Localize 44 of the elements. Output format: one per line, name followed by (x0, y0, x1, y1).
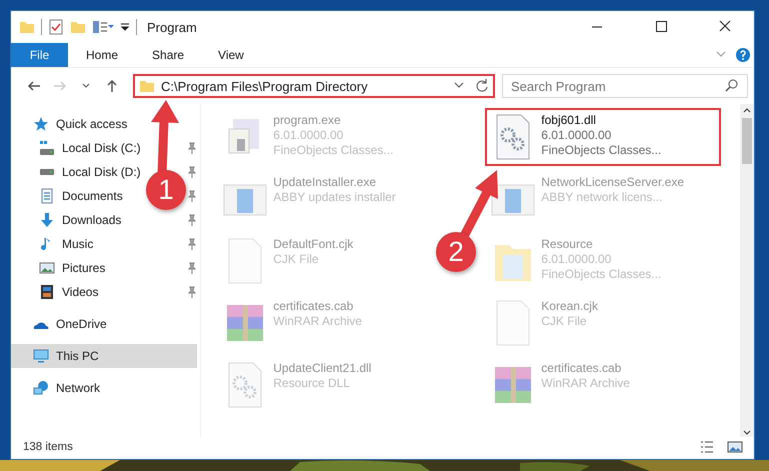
sidebar-item[interactable]: Downloads (11, 208, 122, 232)
sidebar-item[interactable]: Pictures (11, 256, 106, 280)
item-count: 138 items (23, 441, 74, 453)
file-detail: WinRAR Archive (273, 314, 362, 329)
file-detail: 6.01.0000.00 (541, 252, 612, 267)
sidebar-item[interactable]: Local Disk (C:) (11, 136, 141, 160)
window-title: Program (147, 20, 198, 34)
ribbon-tab[interactable]: Share (136, 43, 200, 67)
ribbon-tab[interactable]: View (202, 43, 260, 67)
file-item[interactable]: fobj601.dll 6.01.0000.00 FineObjects Classes... (485, 108, 722, 166)
file-detail: FineObjects Classes... (541, 267, 662, 282)
file-detail: ABBY updates installer (273, 190, 396, 205)
file-detail: CJK File (541, 314, 588, 329)
file-detail: ABBY network licens... (541, 190, 664, 205)
file-name: program.exe (273, 113, 342, 128)
file-detail: 6.01.0000.00 (541, 128, 612, 143)
file-name: UpdateInstaller.exe (273, 175, 377, 190)
sidebar-item[interactable]: Quick access (11, 112, 198, 136)
file-detail: Resource DLL (273, 376, 351, 391)
ribbon-tab[interactable]: Home (70, 43, 134, 67)
file-name: Resource (541, 237, 594, 252)
sidebar-item[interactable]: Local Disk (D:) (11, 160, 141, 184)
file-name: DefaultFont.cjk (273, 237, 354, 252)
sidebar-item[interactable]: Documents (11, 184, 123, 208)
file-name: certificates.cab (273, 299, 354, 314)
ribbon-tab[interactable]: File (11, 43, 68, 67)
file-name: certificates.cab (541, 361, 622, 376)
sidebar-item[interactable]: Network (11, 376, 198, 400)
file-name: fobj601.dll (541, 113, 597, 128)
file-name: NetworkLicenseServer.exe (541, 175, 684, 190)
address-bar[interactable]: C:\Program Files\Program Directory (133, 74, 495, 98)
file-detail: FineObjects Classes... (541, 143, 662, 158)
sidebar-item[interactable]: This PC (11, 344, 198, 368)
file-detail: CJK File (273, 252, 320, 267)
search-field[interactable]: Search Program (502, 74, 748, 98)
address-path: C:\Program Files\Program Directory (161, 78, 369, 94)
sidebar-item[interactable]: Music (11, 232, 94, 256)
file-detail: WinRAR Archive (541, 376, 630, 391)
file-detail: 6.01.0000.00 (273, 128, 344, 143)
file-detail: FineObjects Classes... (273, 143, 394, 158)
sidebar-item[interactable]: OneDrive (11, 312, 198, 336)
file-name: UpdateClient21.dll (273, 361, 372, 376)
sidebar-item[interactable]: Videos (11, 280, 98, 304)
file-name: Korean.cjk (541, 299, 598, 314)
